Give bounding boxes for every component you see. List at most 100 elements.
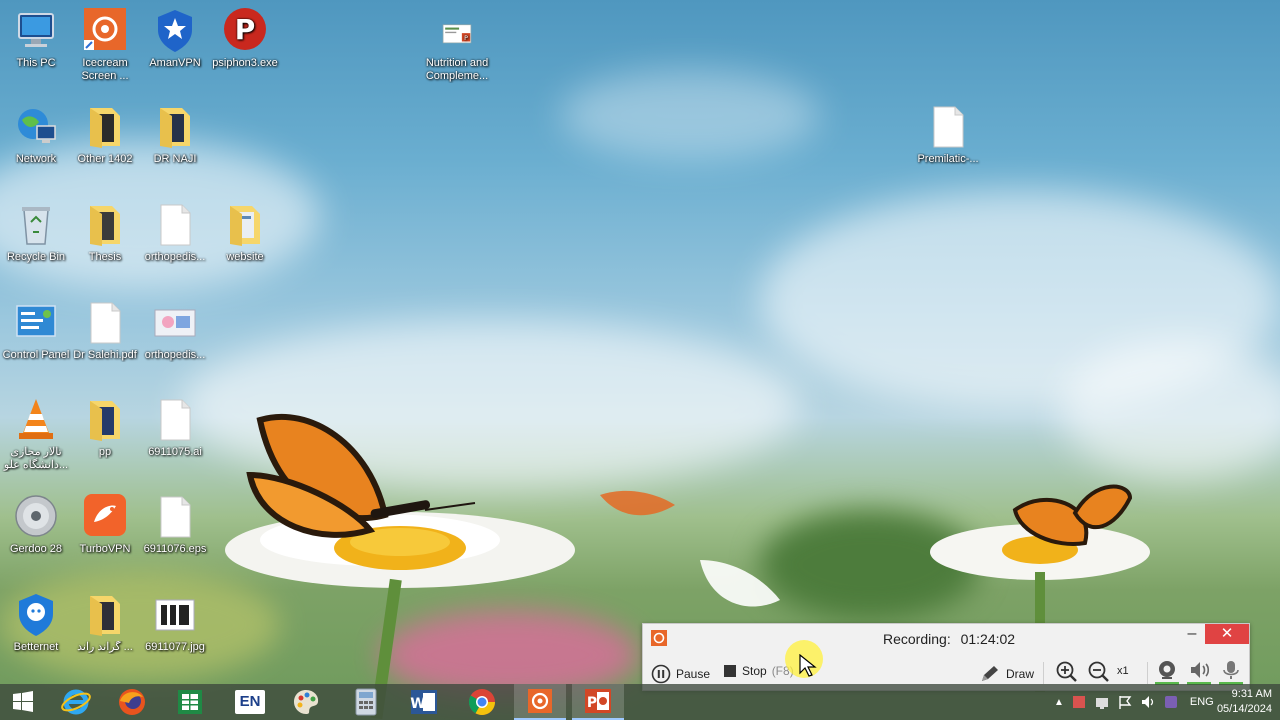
desktop-icon-this-pc[interactable]: This PC [0,8,72,70]
action-center-flag-icon[interactable] [1117,694,1133,710]
desktop-icon-thesis[interactable]: Thesis [69,202,141,264]
desktop-icon-orthopedis-2[interactable]: orthopedis... [139,300,211,362]
desktop-icon-vlc-shortcut[interactable]: تالار مجازی دانشگاه علو... [0,397,72,472]
stop-button[interactable]: Stop (F8) [723,664,794,678]
file-icon [933,106,964,148]
desktop-icon-label: DR NAJI [153,153,197,165]
desktop-icon-control-panel[interactable]: Control Panel [0,300,72,362]
pencil-icon [982,666,998,681]
speaker-icon [1191,662,1210,678]
input-language-indicator[interactable]: ENG [1190,696,1214,708]
desktop-icon-grand-round[interactable]: گراند راند ... [69,592,141,654]
recording-timer: 01:24:02 [960,631,1016,647]
desktop-icon-label: گراند راند ... [77,641,133,653]
svg-text:P: P [235,13,256,46]
start-button[interactable] [0,684,46,720]
desktop-icon-icecream-screen[interactable]: Icecream Screen ... [69,8,141,83]
desktop-icon-recycle-bin[interactable]: Recycle Bin [0,202,72,264]
desktop-icon-label: 6911075.ai [148,446,202,458]
desktop-icon-label: Other 1402 [77,153,133,165]
calculator-icon [355,688,377,716]
zoom-in-icon[interactable] [1053,659,1081,685]
taskbar: EN W P ▲ ENG 9:31 AM 05/14/2024 [0,684,1280,720]
pause-icon [651,664,671,684]
taskbar-language-switcher[interactable]: EN [224,684,276,720]
taskbar-calculator[interactable] [340,684,392,720]
desktop-icon-network[interactable]: Network [0,104,72,166]
taskbar-firefox[interactable] [106,684,158,720]
tray-utility-icon[interactable] [1163,694,1179,710]
word-icon: W [410,690,437,714]
psiphon-icon: P [224,8,266,50]
recorder-logo-icon [651,630,667,646]
desktop-icon-orthopedis-1[interactable]: orthopedis... [139,202,211,264]
draw-button[interactable]: Draw [979,664,1034,684]
vlc-icon [19,399,53,439]
desktop-icon-nutrition[interactable]: P Nutrition and Compleme... [421,22,493,83]
microphone-toggle[interactable] [1217,659,1245,685]
desktop-icon-label: Gerdoo 28 [10,543,62,555]
desktop-icon-betternet[interactable]: Betternet [0,592,72,654]
desktop-icon-pp[interactable]: pp [69,397,141,459]
clock-time: 9:31 AM [1231,688,1272,700]
file-icon [160,496,191,538]
desktop-icon-label: website [226,251,264,263]
folder-icon [90,596,120,636]
desktop-icon-drsalehi[interactable]: Dr Salehi.pdf [69,300,141,362]
zoom-level-label: x1 [1117,665,1129,677]
taskbar-paint[interactable] [280,684,332,720]
desktop-icon-turbovpn[interactable]: TurboVPN [69,494,141,556]
system-audio-toggle[interactable] [1185,659,1213,685]
firefox-icon [119,689,145,715]
taskbar-chrome[interactable] [456,684,508,720]
desktop-icon-amanvpn[interactable]: AmanVPN [139,8,211,70]
zoom-out-icon[interactable] [1085,659,1113,685]
draw-label: Draw [1006,667,1035,681]
pause-button[interactable]: Pause [651,664,710,684]
internet-explorer-icon [61,689,91,715]
folder-icon [160,108,190,148]
mouse-cursor-highlight [785,640,823,678]
desktop-icon-psiphon[interactable]: P psiphon3.exe [209,8,281,70]
stop-icon [724,665,736,677]
webcam-toggle[interactable] [1153,659,1181,685]
taskbar-powerpoint[interactable]: P [572,684,624,720]
desktop-icon-drnaji[interactable]: DR NAJI [139,104,211,166]
volume-tray-icon[interactable] [1140,694,1156,710]
desktop-icon-website[interactable]: website [209,202,281,264]
desktop-icon-other1402[interactable]: Other 1402 [69,104,141,166]
desktop-icon-label: pp [98,446,112,458]
desktop-icon-gerdoo[interactable]: Gerdoo 28 [0,494,72,556]
desktop-icon-label: Premilatic-... [917,153,979,165]
desktop-icon-premilatic[interactable]: Premilatic-... [912,104,984,166]
desktop-icon-label: Network [15,153,57,165]
desktop-icon-label: orthopedis... [144,251,206,263]
desktop-icon-6911075[interactable]: 6911075.ai [139,397,211,459]
minimize-button[interactable]: – [1179,625,1205,645]
desktop-icon-6911077[interactable]: 6911077.jpg [139,592,211,654]
desktop-icon-6911076[interactable]: 6911076.eps [139,494,211,556]
taskbar-icecream-recorder[interactable] [514,684,566,720]
excel-icon [178,690,202,714]
tray-app-icon[interactable] [1071,694,1087,710]
computer-icon [18,13,54,47]
network-tray-icon[interactable] [1094,694,1110,710]
taskbar-internet-explorer[interactable] [50,684,102,720]
taskbar-word[interactable]: W [398,684,450,720]
taskbar-excel[interactable] [164,684,216,720]
clock-date: 05/14/2024 [1216,703,1272,715]
close-button[interactable]: ✕ [1205,624,1249,644]
recycle-bin-icon [22,207,50,245]
desktop-icon-label: Icecream Screen ... [81,57,129,82]
desktop-icon-label: psiphon3.exe [212,57,278,69]
tray-overflow-chevron-icon[interactable]: ▲ [1054,697,1064,708]
desktop-icon-label: orthopedis... [144,349,206,361]
desktop-icon-label: Thesis [88,251,122,263]
network-icon [18,109,56,143]
control-panel-icon [16,305,56,337]
powerpoint-file-icon: P [442,24,472,44]
desktop-icon-label: تالار مجازی دانشگاه علو... [3,446,69,471]
toolbar-divider [1147,662,1148,684]
taskbar-clock[interactable]: 9:31 AM 05/14/2024 [1217,687,1272,717]
desktop-icon-label: This PC [16,57,56,69]
